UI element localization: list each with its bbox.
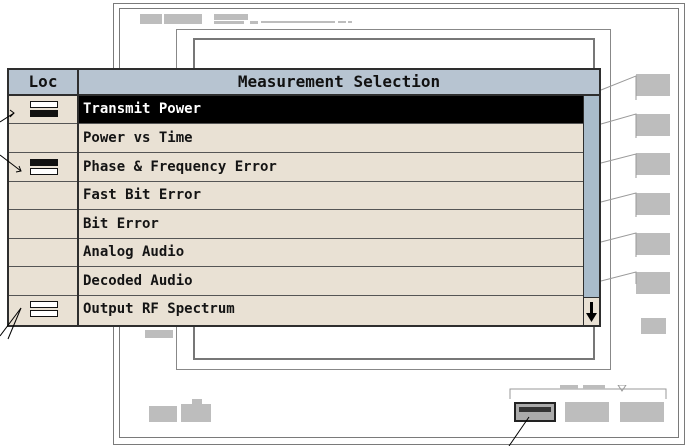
callout-lines [0,109,530,446]
